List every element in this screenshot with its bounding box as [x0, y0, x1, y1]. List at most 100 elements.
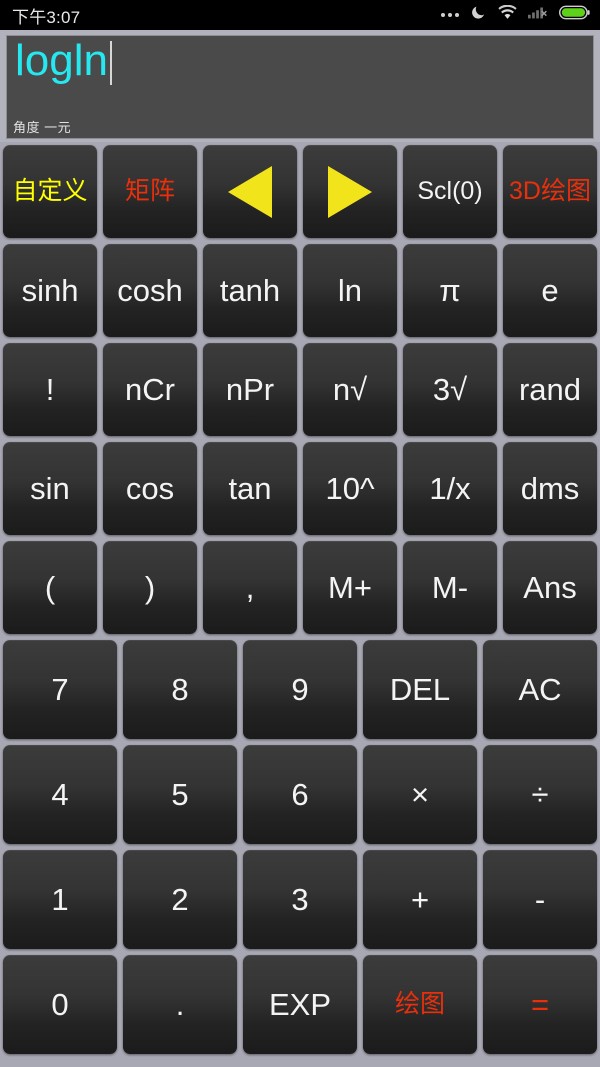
key-label: 6: [291, 777, 309, 812]
key-label: 自定义: [12, 177, 88, 205]
key-plot[interactable]: 绘图: [363, 955, 477, 1054]
key-cursor-right[interactable]: [303, 145, 397, 238]
key-label: 3D绘图: [509, 177, 591, 205]
key-nth-root[interactable]: n√: [303, 343, 397, 436]
key-label: sinh: [21, 273, 79, 308]
key-exponent[interactable]: EXP: [243, 955, 357, 1054]
key-divide[interactable]: ÷: [483, 745, 597, 844]
key-tan[interactable]: tan: [203, 442, 297, 535]
key-ncr[interactable]: nCr: [103, 343, 197, 436]
expression-text: logln: [15, 36, 108, 85]
key-label: EXP: [268, 987, 332, 1022]
do-not-disturb-moon-icon: [470, 4, 487, 26]
key-label: 7: [51, 672, 69, 707]
key-label: 9: [291, 672, 309, 707]
key-reciprocal[interactable]: 1/x: [403, 442, 497, 535]
key-label: Scl(0): [417, 177, 483, 205]
key-label: DEL: [389, 672, 451, 707]
key-custom[interactable]: 自定义: [3, 145, 97, 238]
key-multiply[interactable]: ×: [363, 745, 477, 844]
expression-row: logln: [15, 36, 112, 85]
key-memory-plus[interactable]: M+: [303, 541, 397, 634]
key-2[interactable]: 2: [123, 850, 237, 949]
key-dms[interactable]: dms: [503, 442, 597, 535]
key-3[interactable]: 3: [243, 850, 357, 949]
key-label: 8: [171, 672, 189, 707]
key-cos[interactable]: cos: [103, 442, 197, 535]
expression-display[interactable]: logln 角度 一元: [6, 35, 594, 139]
key-pi[interactable]: π: [403, 244, 497, 337]
more-dots-icon: [441, 13, 459, 17]
key-3d-plot[interactable]: 3D绘图: [503, 145, 597, 238]
key-matrix[interactable]: 矩阵: [103, 145, 197, 238]
key-cube-root[interactable]: 3√: [403, 343, 497, 436]
key-factorial[interactable]: !: [3, 343, 97, 436]
key-label: 0: [51, 987, 69, 1022]
key-label: nCr: [125, 372, 175, 407]
key-scl[interactable]: Scl(0): [403, 145, 497, 238]
key-comma[interactable]: ,: [203, 541, 297, 634]
arrow-left-icon: [228, 165, 272, 218]
key-sin[interactable]: sin: [3, 442, 97, 535]
key-label: 1/x: [429, 471, 471, 506]
key-label: ): [144, 570, 156, 605]
signal-no-service-icon: [528, 5, 548, 25]
key-7[interactable]: 7: [3, 640, 117, 739]
key-memory-minus[interactable]: M-: [403, 541, 497, 634]
key-ln[interactable]: ln: [303, 244, 397, 337]
key-cosh[interactable]: cosh: [103, 244, 197, 337]
key-decimal[interactable]: .: [123, 955, 237, 1054]
key-minus[interactable]: -: [483, 850, 597, 949]
key-ten-power[interactable]: 10^: [303, 442, 397, 535]
arrow-right-icon: [328, 165, 372, 218]
key-label: tan: [228, 471, 272, 506]
key-paren-close[interactable]: ): [103, 541, 197, 634]
key-label: -: [534, 882, 546, 917]
key-paren-open[interactable]: (: [3, 541, 97, 634]
key-label: !: [45, 372, 55, 407]
key-label: .: [175, 987, 185, 1022]
key-label: 3: [291, 882, 309, 917]
keypad-row: ! nCr nPr n√ 3√ rand: [0, 340, 600, 439]
key-6[interactable]: 6: [243, 745, 357, 844]
key-label: cos: [125, 471, 175, 506]
key-label: 绘图: [394, 990, 445, 1018]
mode-indicator: 角度 一元: [13, 120, 72, 135]
key-label: =: [530, 987, 550, 1022]
key-1[interactable]: 1: [3, 850, 117, 949]
key-label: 2: [171, 882, 189, 917]
key-4[interactable]: 4: [3, 745, 117, 844]
key-label: 矩阵: [124, 177, 175, 205]
key-label: 3√: [432, 372, 468, 407]
key-label: ,: [245, 570, 255, 605]
key-e[interactable]: e: [503, 244, 597, 337]
key-label: 10^: [325, 471, 375, 506]
key-answer[interactable]: Ans: [503, 541, 597, 634]
key-label: sin: [30, 471, 70, 506]
key-label: rand: [518, 372, 582, 407]
key-npr[interactable]: nPr: [203, 343, 297, 436]
key-sinh[interactable]: sinh: [3, 244, 97, 337]
key-all-clear[interactable]: AC: [483, 640, 597, 739]
key-label: (: [44, 570, 56, 605]
key-label: Ans: [523, 570, 577, 605]
key-8[interactable]: 8: [123, 640, 237, 739]
keypad-row: (), M+ M- Ans: [0, 538, 600, 637]
key-delete[interactable]: DEL: [363, 640, 477, 739]
key-label: e: [541, 273, 559, 308]
key-label: 5: [171, 777, 189, 812]
calculator-app: 下午3:07 logln 角度 一元 自定义 矩阵 Scl(0) 3D绘图 si…: [0, 0, 600, 1067]
key-label: tanh: [219, 273, 281, 308]
key-label: n√: [332, 372, 368, 407]
key-tanh[interactable]: tanh: [203, 244, 297, 337]
key-0[interactable]: 0: [3, 955, 117, 1054]
key-equals[interactable]: =: [483, 955, 597, 1054]
key-cursor-left[interactable]: [203, 145, 297, 238]
key-rand[interactable]: rand: [503, 343, 597, 436]
key-5[interactable]: 5: [123, 745, 237, 844]
keypad-row: sinh cosh tanh ln π e: [0, 241, 600, 340]
key-plus[interactable]: +: [363, 850, 477, 949]
key-9[interactable]: 9: [243, 640, 357, 739]
key-label: 1: [51, 882, 69, 917]
keypad-row: 7 8 9 DEL AC: [0, 637, 600, 742]
